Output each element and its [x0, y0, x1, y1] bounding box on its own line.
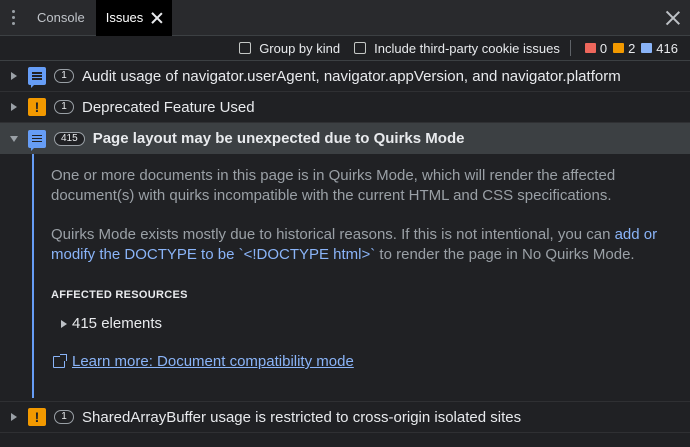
- group-by-kind-label: Group by kind: [259, 40, 341, 56]
- warning-counter[interactable]: 2: [613, 41, 635, 56]
- explanation-suffix: to render the page in No Quirks Mode.: [375, 246, 635, 263]
- issue-count-badge: 415: [54, 131, 85, 146]
- expand-chevron-icon[interactable]: [0, 72, 28, 80]
- issues-toolbar: Group by kind Include third-party cookie…: [0, 36, 690, 61]
- info-count: 416: [656, 40, 678, 56]
- tab-issues[interactable]: Issues: [95, 0, 173, 36]
- warning-count: 2: [628, 40, 636, 56]
- issue-count-badge: 1: [54, 100, 74, 114]
- affected-elements-count: 415 elements: [72, 315, 163, 332]
- info-icon: [641, 43, 653, 53]
- affected-resources-heading: AFFECTED RESOURCES: [51, 289, 188, 301]
- group-by-kind-checkbox[interactable]: Group by kind: [239, 41, 340, 56]
- issue-row-deprecated-feature[interactable]: 1 Deprecated Feature Used: [0, 92, 690, 123]
- drawer-tabbar: Console Issues: [0, 0, 690, 36]
- issue-title: Audit usage of navigator.userAgent, navi…: [82, 67, 621, 85]
- expand-chevron-icon[interactable]: [0, 413, 28, 421]
- tab-issues-label: Issues: [105, 10, 144, 25]
- warning-message-icon: [28, 408, 46, 426]
- checkbox-box[interactable]: [239, 42, 252, 54]
- explanation-prefix: Quirks Mode exists mostly due to histori…: [51, 226, 615, 243]
- issue-count-badge: 1: [54, 69, 74, 83]
- info-message-icon: [28, 67, 46, 88]
- third-party-cookie-checkbox[interactable]: Include third-party cookie issues: [354, 41, 560, 56]
- issue-count-badge: 1: [54, 410, 74, 424]
- issue-explanation: Quirks Mode exists mostly due to histori…: [51, 206, 671, 265]
- expand-chevron-icon: [61, 319, 67, 328]
- issue-title: SharedArrayBuffer usage is restricted to…: [82, 408, 522, 426]
- issue-title: Deprecated Feature Used: [82, 98, 255, 116]
- learn-more-link[interactable]: Learn more: Document compatibility mode: [72, 353, 354, 370]
- close-drawer-icon[interactable]: [666, 11, 680, 25]
- warning-message-icon: [28, 98, 46, 116]
- issue-row-navigator-ua[interactable]: 1 Audit usage of navigator.userAgent, na…: [0, 61, 690, 92]
- checkbox-box[interactable]: [354, 42, 367, 54]
- third-party-cookie-label: Include third-party cookie issues: [374, 40, 560, 56]
- issue-row-shared-array-buffer[interactable]: 1 SharedArrayBuffer usage is restricted …: [0, 402, 690, 433]
- info-counter[interactable]: 416: [641, 41, 678, 56]
- error-count: 0: [599, 40, 608, 56]
- expand-chevron-icon[interactable]: [0, 103, 28, 111]
- info-message-icon: [28, 129, 46, 151]
- affected-elements-toggle[interactable]: 415 elements: [51, 315, 690, 332]
- external-link-icon: [53, 353, 67, 368]
- toolbar-divider: [569, 40, 571, 56]
- tab-console[interactable]: Console: [26, 0, 96, 36]
- error-icon: [584, 43, 596, 53]
- collapse-chevron-icon[interactable]: [0, 135, 28, 142]
- warning-icon: [613, 43, 625, 53]
- close-tab-icon[interactable]: [151, 12, 163, 24]
- tab-console-label: Console: [37, 10, 85, 25]
- learn-more: Learn more: Document compatibility mode: [51, 353, 690, 370]
- issue-details: One or more documents in this page is in…: [0, 154, 690, 398]
- issue-description: One or more documents in this page is in…: [51, 167, 616, 204]
- issue-row-quirks-mode[interactable]: 415 Page layout may be unexpected due to…: [0, 123, 690, 154]
- more-options-icon[interactable]: [0, 0, 26, 36]
- error-counter[interactable]: 0: [584, 40, 608, 56]
- issue-title: Page layout may be unexpected due to Qui…: [92, 130, 465, 147]
